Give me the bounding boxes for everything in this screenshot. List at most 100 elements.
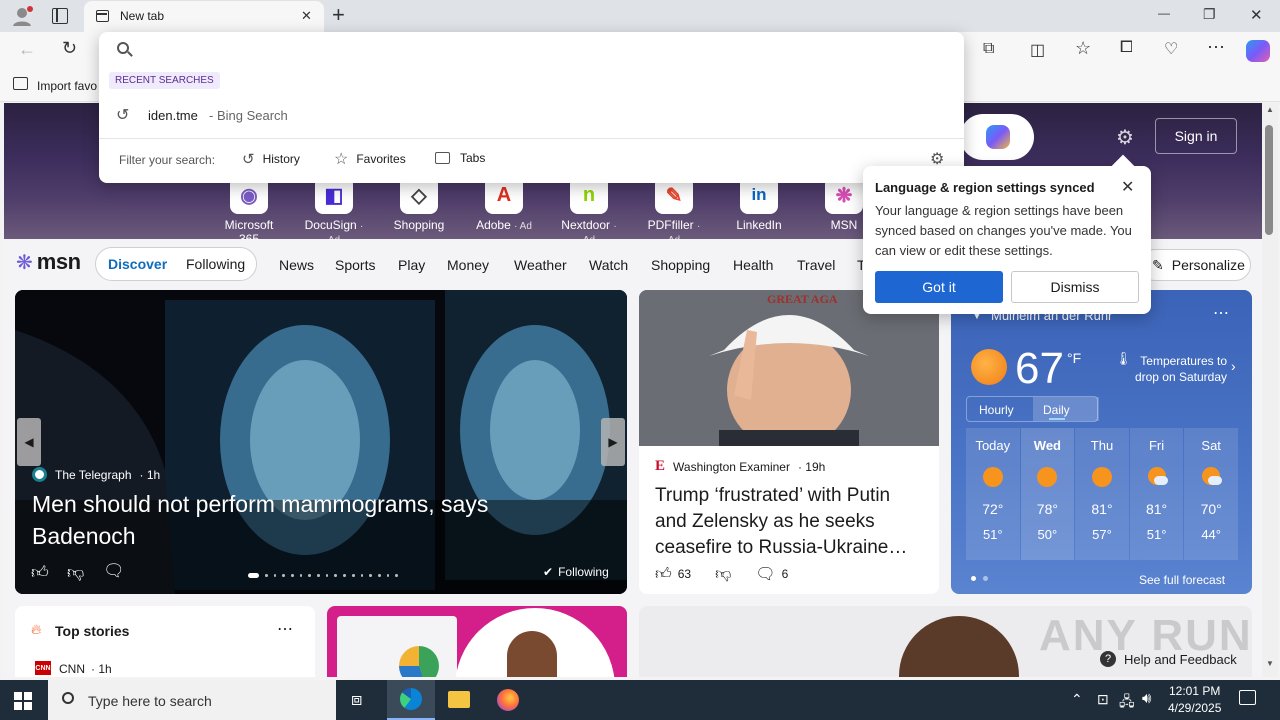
dismiss-button[interactable]: Dismiss [1011, 271, 1139, 303]
sign-in-button[interactable]: Sign in [1155, 118, 1237, 154]
start-button[interactable] [14, 692, 32, 710]
clock-time[interactable]: 12:01 PM [1169, 684, 1220, 698]
tab-daily[interactable]: Daily [1033, 397, 1099, 421]
temp-unit[interactable]: °F [1067, 350, 1081, 366]
like-icon[interactable]: 👍︎ [31, 562, 49, 583]
forecast-day[interactable]: Sat 70° 44° [1184, 428, 1238, 560]
msn-logo[interactable]: ❋ msn [16, 249, 81, 275]
quick-link-docusign[interactable]: ◧DocuSign · Ad [302, 176, 366, 246]
tab-actions-icon[interactable] [52, 8, 68, 24]
forecast-day[interactable]: Fri 81° 51° [1129, 428, 1184, 560]
forecast-high: 72° [982, 501, 1004, 517]
refresh-icon[interactable]: ↻ [62, 38, 77, 59]
hero-card[interactable]: ◀ ▶ The Telegraph · 1h Men should not pe… [15, 290, 627, 594]
firefox-icon[interactable] [497, 689, 519, 711]
tab-new-tab[interactable]: New tab ✕ [84, 1, 324, 32]
weather-card[interactable]: ▼ Mülheim an der Ruhr ⋯ 67 °F 🌡︎ Tempera… [951, 290, 1252, 594]
browser-essentials-icon[interactable]: ♡ [1164, 39, 1178, 59]
import-favorites-link[interactable]: Import favo [37, 79, 97, 93]
chevron-right-icon[interactable]: › [1231, 358, 1236, 374]
quick-link-pdffiller[interactable]: ✎PDFfiller · Ad [642, 176, 706, 246]
scroll-up-arrow-icon[interactable]: ▲ [1266, 105, 1274, 114]
see-full-forecast-link[interactable]: See full forecast [1139, 573, 1225, 587]
tray-app-icon[interactable]: ⊡ [1097, 691, 1109, 708]
personalize-button[interactable]: ✎ Personalize [1139, 249, 1251, 281]
quick-link-microsoft-365[interactable]: ◉ Microsoft 365 [217, 176, 281, 246]
minimize-button[interactable]: — [1158, 6, 1170, 20]
filter-tabs[interactable]: Tabs [435, 151, 485, 165]
taskbar-edge[interactable] [387, 680, 435, 720]
popup-close-icon[interactable]: ✕ [1121, 177, 1134, 197]
forecast-day[interactable]: Today 72° 51° [966, 428, 1020, 560]
extensions-icon[interactable]: ⧉ [983, 40, 994, 58]
nav-money[interactable]: Money [447, 257, 489, 273]
tab-following[interactable]: Following [186, 256, 245, 272]
back-icon[interactable]: ← [18, 39, 36, 60]
volume-icon[interactable]: 🔊︎ [1142, 690, 1151, 707]
settings-more-icon[interactable]: ⋯ [1207, 37, 1225, 58]
filter-history[interactable]: ↺ History [242, 150, 300, 168]
page-settings-icon[interactable]: ⚙ [1116, 125, 1134, 150]
maximize-button[interactable]: ❐ [1203, 6, 1216, 23]
favorites-star-icon[interactable]: ☆ [1075, 38, 1091, 59]
task-view-icon[interactable]: ⧈ [351, 689, 362, 710]
top-stories-more-icon[interactable]: ⋯ [277, 619, 293, 639]
hero-source[interactable]: The Telegraph · 1h [32, 467, 160, 482]
carousel-prev-button[interactable]: ◀ [17, 418, 41, 466]
promo-card[interactable] [327, 606, 627, 677]
nav-news[interactable]: News [279, 257, 314, 273]
story-source[interactable]: CNN [59, 662, 85, 676]
new-tab-button[interactable]: + [332, 2, 345, 28]
quick-link-shopping[interactable]: ◇ Shopping [387, 176, 451, 236]
forecast-day[interactable]: Wed 78° 50° [1020, 428, 1075, 560]
nav-health[interactable]: Health [733, 257, 773, 273]
forecast-day[interactable]: Thu 81° 57° [1075, 428, 1129, 560]
close-window-button[interactable]: ✕ [1250, 6, 1263, 24]
dislike-icon[interactable]: 👎︎ [67, 562, 84, 583]
quick-link-adobe[interactable]: A Adobe · Ad [472, 176, 536, 236]
copilot-button[interactable] [960, 114, 1034, 160]
tray-chevron-icon[interactable]: ⌃ [1071, 691, 1083, 708]
weather-note[interactable]: Temperatures to drop on Saturday [1127, 353, 1227, 385]
quick-link-nextdoor[interactable]: nNextdoor · Ad [557, 176, 621, 246]
nav-play[interactable]: Play [398, 257, 425, 273]
help-feedback-button[interactable]: ? Help and Feedback [1100, 648, 1237, 670]
news-card-trump[interactable]: GREAT AGA E Washington Examiner · 19h Tr… [639, 290, 939, 594]
scrollbar-thumb[interactable] [1265, 125, 1273, 235]
copilot-icon[interactable] [1246, 40, 1270, 62]
split-screen-icon[interactable]: ◫ [1030, 40, 1045, 60]
hero-headline[interactable]: Men should not perform mammograms, says … [32, 488, 592, 552]
dislike-icon[interactable]: 👎︎ [715, 565, 731, 584]
clock-date[interactable]: 4/29/2025 [1168, 701, 1221, 715]
recent-search-item[interactable]: ↺ iden.tme - Bing Search [99, 100, 964, 130]
notifications-icon[interactable] [1239, 690, 1256, 705]
following-badge[interactable]: ✔ Following [543, 565, 609, 579]
tab-discover[interactable]: Discover [108, 256, 167, 272]
got-it-button[interactable]: Got it [875, 271, 1003, 303]
tab-close-icon[interactable]: ✕ [301, 8, 312, 24]
profile-avatar[interactable] [11, 5, 33, 27]
page-scrollbar-track[interactable]: ▲ ▼ [1262, 103, 1278, 677]
address-input[interactable] [139, 36, 939, 62]
carousel-next-button[interactable]: ▶ [601, 418, 625, 466]
taskbar-search-box[interactable]: Type here to search [48, 680, 336, 720]
filter-favorites[interactable]: ☆ Favorites [334, 149, 406, 169]
nav-shopping[interactable]: Shopping [651, 257, 710, 273]
tab-hourly[interactable]: Hourly [979, 403, 1014, 417]
story2-headline[interactable]: Trump ‘frustrated’ with Putin and Zelens… [655, 483, 927, 561]
story2-source[interactable]: E Washington Examiner · 19h [655, 458, 825, 475]
network-icon[interactable]: 🖧︎ [1119, 691, 1135, 715]
nav-sports[interactable]: Sports [335, 257, 375, 273]
like-icon[interactable]: 👍︎ [655, 565, 672, 584]
comment-icon[interactable]: 🗨︎ [103, 561, 125, 581]
collections-icon[interactable]: ⧠ [1120, 39, 1133, 57]
scroll-down-arrow-icon[interactable]: ▼ [1266, 659, 1274, 668]
quick-link-label: MSN [830, 218, 858, 232]
nav-weather[interactable]: Weather [514, 257, 567, 273]
file-explorer-icon[interactable] [448, 691, 470, 708]
comment-icon[interactable]: 🗨︎ [755, 564, 775, 584]
nav-watch[interactable]: Watch [589, 257, 628, 273]
quick-link-linkedin[interactable]: in LinkedIn [727, 176, 791, 236]
weather-more-icon[interactable]: ⋯ [1213, 303, 1229, 323]
nav-travel[interactable]: Travel [797, 257, 835, 273]
